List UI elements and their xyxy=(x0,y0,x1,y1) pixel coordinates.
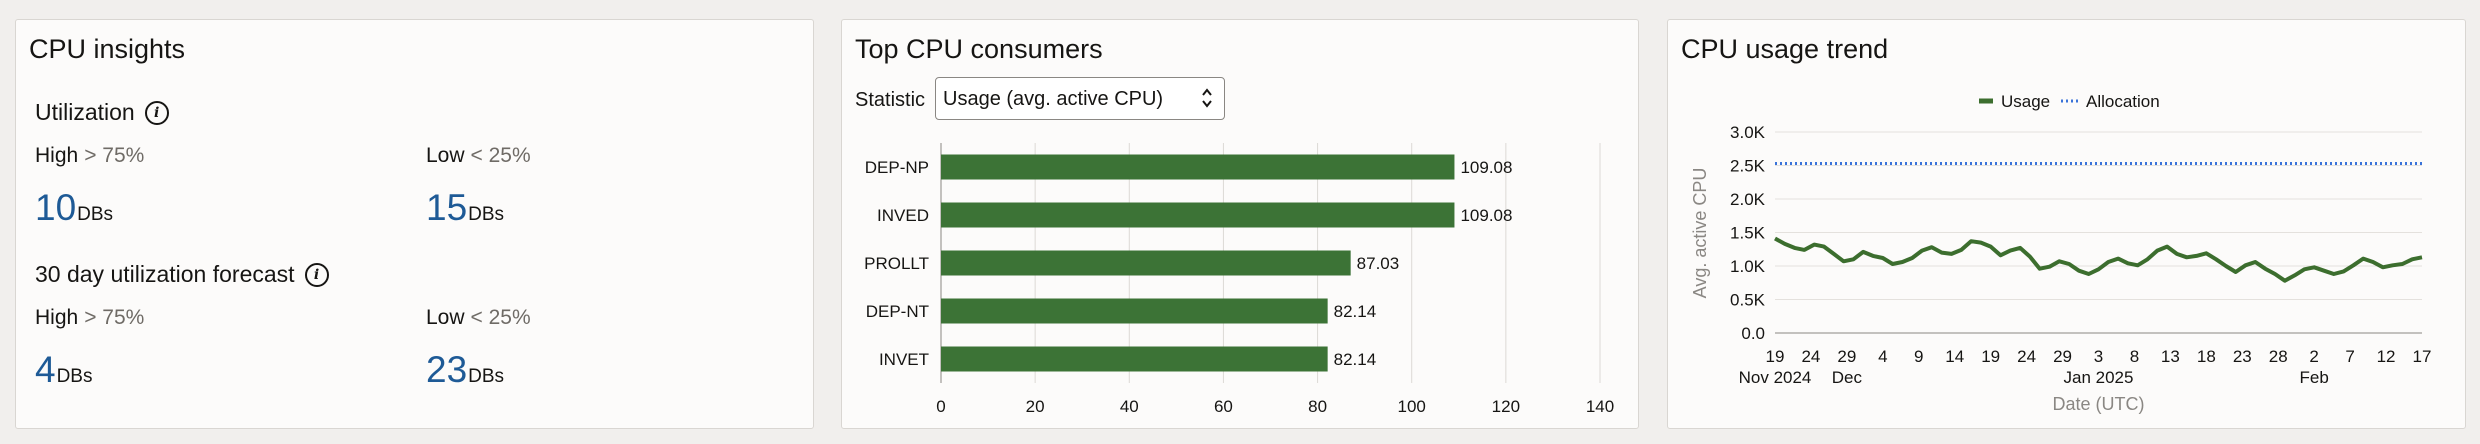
trend-x-tick-label: 28 xyxy=(2269,347,2288,366)
trend-x-tick-label: 23 xyxy=(2233,347,2252,366)
trend-x-tick-label: 8 xyxy=(2130,347,2139,366)
trend-x-tick-label: 17 xyxy=(2413,347,2432,366)
high-label-text: High xyxy=(35,144,79,167)
trend-x-tick-label: 12 xyxy=(2377,347,2396,366)
utilization-title: Utilization xyxy=(35,99,135,125)
high-threshold: > 75% xyxy=(84,144,145,167)
trend-x-tick-label: 29 xyxy=(2053,347,2072,366)
consumer-value-label: 109.08 xyxy=(1460,158,1512,177)
bar-x-tick-label: 0 xyxy=(936,397,945,416)
cpu-usage-trend-card: CPU usage trend 0.0 0.5K 1.0K 1.5K 2.0K 2.5K 3… xyxy=(1667,19,2466,429)
high-count-unit: DBs xyxy=(77,204,114,225)
utilization-high-label: High > 75% xyxy=(35,144,144,168)
bar-x-tick-label: 140 xyxy=(1586,397,1614,416)
consumer-value-label: 82.14 xyxy=(1334,302,1377,321)
top-consumers-bar-chart: 0 20 40 60 80 100 120 140 DEP-NP 109.08 INVED 109.0… xyxy=(864,143,1614,416)
forecast-low-count: 23 DBs xyxy=(426,349,504,391)
trend-x-tick-label: 29 xyxy=(1837,347,1856,366)
consumer-bar xyxy=(941,346,1328,372)
trend-x-tick-label: 14 xyxy=(1945,347,1964,366)
trend-y-tick-label: 0.5K xyxy=(1730,291,1766,310)
low-count-number: 15 xyxy=(426,187,468,228)
trend-y-tick-label: 1.0K xyxy=(1730,257,1766,276)
forecast-low-threshold: < 25% xyxy=(470,306,531,329)
trend-y-tick-label: 1.5K xyxy=(1730,224,1766,243)
trend-x-tick-label: 13 xyxy=(2161,347,2180,366)
high-count-number: 10 xyxy=(35,187,77,228)
trend-x-axis-label: Date (UTC) xyxy=(2052,394,2144,414)
consumer-category-label: INVET xyxy=(879,350,929,369)
trend-x-tick-label: 7 xyxy=(2345,347,2354,366)
trend-y-tick-label: 3.0K xyxy=(1730,123,1766,142)
usage-series-line xyxy=(1774,236,2423,283)
trend-y-tick-label: 2.0K xyxy=(1730,190,1766,209)
cpu-insights-card: CPU insights Utilization i High > 75% Low… xyxy=(15,19,814,429)
consumer-value-label: 109.08 xyxy=(1460,206,1512,225)
trend-x-tick-label: 24 xyxy=(1801,347,1820,366)
forecast-low-label-text: Low xyxy=(426,306,465,329)
low-threshold: < 25% xyxy=(470,144,531,167)
trend-x-tick-label: 24 xyxy=(2017,347,2036,366)
low-label-text: Low xyxy=(426,144,465,167)
forecast-low-label: Low < 25% xyxy=(426,306,531,330)
utilization-info-icon[interactable]: i xyxy=(144,100,169,125)
forecast-low-count-unit: DBs xyxy=(468,366,505,387)
consumer-category-label: DEP-NP xyxy=(865,158,929,177)
bar-x-tick-label: 40 xyxy=(1120,397,1139,416)
trend-y-tick-label: 0.0 xyxy=(1741,324,1765,343)
bar-x-tick-label: 60 xyxy=(1214,397,1233,416)
trend-x-month-label: Dec xyxy=(1832,368,1863,387)
forecast-low-count-number: 23 xyxy=(426,349,468,390)
forecast-section-title: 30 day utilization forecast i xyxy=(35,261,329,288)
consumer-bar xyxy=(941,250,1351,276)
consumer-category-label: PROLLT xyxy=(864,254,929,273)
utilization-low-label: Low < 25% xyxy=(426,144,531,168)
trend-x-tick-label: 4 xyxy=(1878,347,1887,366)
consumer-bar xyxy=(941,154,1455,180)
top-cpu-consumers-card: Top CPU consumers Statistic Usage (avg. … xyxy=(841,19,1639,429)
trend-x-tick-label: 19 xyxy=(1981,347,2000,366)
trend-y-tick-label: 2.5K xyxy=(1730,157,1766,176)
trend-x-tick-label: 9 xyxy=(1914,347,1923,366)
forecast-title: 30 day utilization forecast xyxy=(35,261,295,287)
consumer-value-label: 82.14 xyxy=(1334,350,1377,369)
trend-x-month-label: Jan 2025 xyxy=(2064,368,2134,387)
cpu-usage-line-chart: 0.0 0.5K 1.0K 1.5K 2.0K 2.5K 3.0K Avg. active C… xyxy=(1690,92,2432,414)
bar-x-tick-label: 100 xyxy=(1398,397,1426,416)
forecast-high-label: High > 75% xyxy=(35,306,144,330)
forecast-high-label-text: High xyxy=(35,306,79,329)
trend-x-tick-label: 3 xyxy=(2094,347,2103,366)
forecast-high-count-number: 4 xyxy=(35,349,56,390)
low-count-unit: DBs xyxy=(468,204,505,225)
legend-usage-label: Usage xyxy=(2001,92,2050,111)
trend-x-tick-label: 18 xyxy=(2197,347,2216,366)
consumer-bar xyxy=(941,298,1328,324)
trend-x-tick-label: 2 xyxy=(2309,347,2318,366)
forecast-high-count: 4 DBs xyxy=(35,349,92,391)
trend-x-tick-label: 19 xyxy=(1766,347,1785,366)
utilization-low-count: 15 DBs xyxy=(426,187,504,229)
trend-x-month-label: Nov 2024 xyxy=(1739,368,1812,387)
bar-x-tick-label: 80 xyxy=(1308,397,1327,416)
consumer-value-label: 87.03 xyxy=(1357,254,1400,273)
bar-x-tick-label: 120 xyxy=(1492,397,1520,416)
cpu-insights-title: CPU insights xyxy=(29,34,186,64)
bar-x-tick-label: 20 xyxy=(1026,397,1045,416)
consumer-category-label: DEP-NT xyxy=(866,302,929,321)
forecast-high-count-unit: DBs xyxy=(56,366,93,387)
forecast-high-threshold: > 75% xyxy=(84,306,145,329)
forecast-info-icon[interactable]: i xyxy=(304,262,329,287)
trend-y-axis-label: Avg. active CPU xyxy=(1690,168,1710,299)
legend-allocation-label: Allocation xyxy=(2086,92,2160,111)
trend-x-month-label: Feb xyxy=(2300,368,2329,387)
utilization-high-count: 10 DBs xyxy=(35,187,113,229)
consumer-bar xyxy=(941,202,1455,228)
consumer-category-label: INVED xyxy=(877,206,929,225)
utilization-section-title: Utilization i xyxy=(35,99,169,126)
